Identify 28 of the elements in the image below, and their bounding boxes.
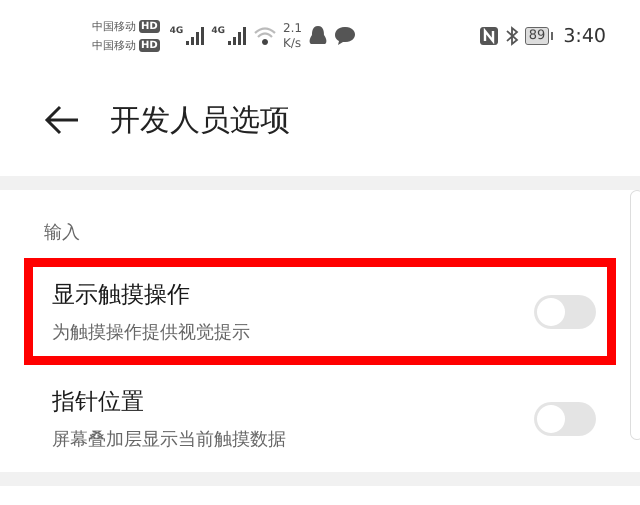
setting-description: 屏幕叠加层显示当前触摸数据 — [52, 428, 286, 451]
network-speed: K/s — [282, 36, 302, 51]
setting-title: 指针位置 — [52, 388, 145, 417]
wifi-icon — [252, 26, 277, 46]
setting-title: 显示触摸操作 — [52, 281, 191, 310]
clock-time: 3:40 — [563, 25, 606, 47]
back-button[interactable] — [44, 105, 80, 135]
nfc-icon — [478, 26, 499, 46]
setting-description: 为触摸操作提供视觉提示 — [52, 321, 250, 344]
network-speed: 2.1 — [282, 21, 302, 36]
bluetooth-icon — [504, 26, 519, 46]
signal-icon — [226, 26, 247, 46]
toggle-switch[interactable] — [534, 402, 596, 436]
chat-bubble-icon — [334, 26, 356, 46]
page-title: 开发人员选项 — [110, 102, 290, 140]
highlighted-setting-row[interactable]: 显示触摸操作 为触摸操作提供视觉提示 — [24, 258, 616, 365]
carrier-name: 中国移动 — [92, 38, 136, 53]
carrier-name: 中国移动 — [92, 19, 136, 34]
toggle-switch[interactable] — [534, 294, 596, 328]
hd-badge: HD — [139, 39, 160, 52]
scroll-bar[interactable] — [630, 190, 640, 440]
signal-icon — [185, 26, 206, 46]
penguin-icon — [308, 25, 328, 47]
section-header: 输入 — [43, 221, 81, 245]
network-type: 4G — [211, 26, 225, 36]
setting-row[interactable]: 指针位置 屏幕叠加层显示当前触摸数据 — [24, 365, 616, 472]
network-type: 4G — [170, 26, 184, 36]
hd-badge: HD — [139, 20, 160, 33]
